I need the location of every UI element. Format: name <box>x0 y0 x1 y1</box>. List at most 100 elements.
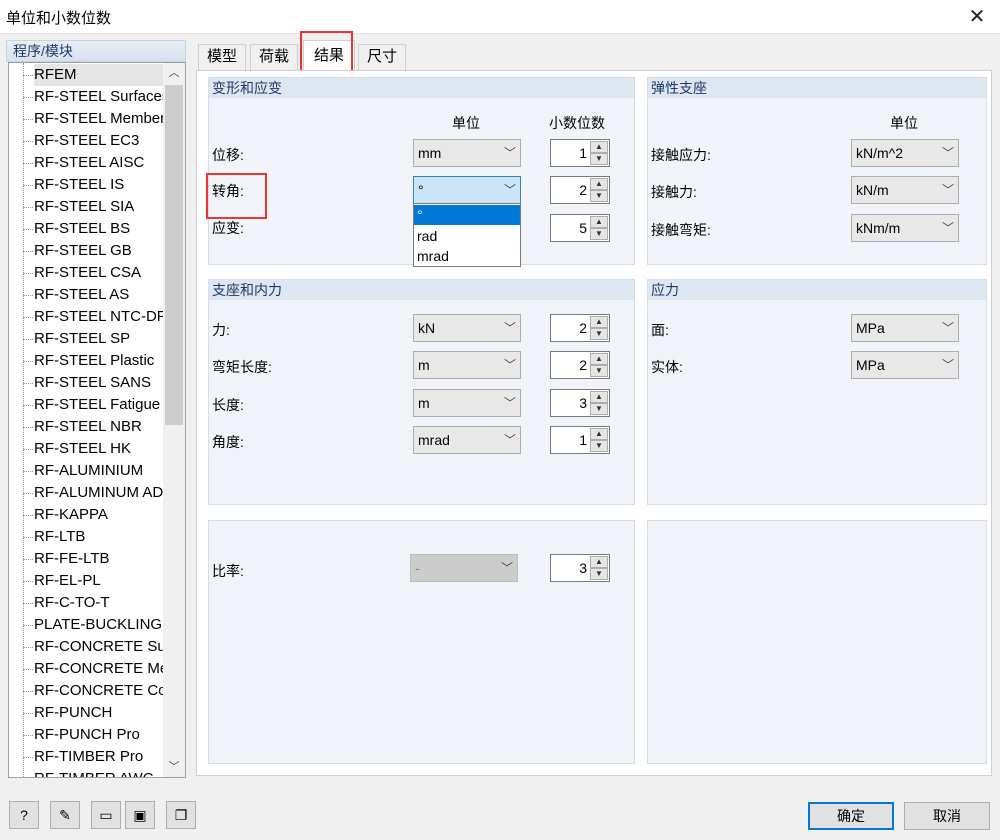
tree-item[interactable]: RF-ALUMINUM ADM <box>34 482 174 504</box>
displacement-unit-select[interactable]: mm ﹀ <box>413 139 521 167</box>
edit-icon[interactable]: ✎ <box>50 801 80 829</box>
open-folder-icon[interactable]: ▭ <box>91 801 121 829</box>
spin-down-icon[interactable]: ▼ <box>590 228 608 240</box>
option-mrad[interactable]: mrad <box>414 246 520 266</box>
force-decimals-stepper[interactable]: 2 ▲ ▼ <box>550 314 610 342</box>
save-icon[interactable]: ▣ <box>125 801 155 829</box>
tree-connector <box>23 295 33 296</box>
tree-item[interactable]: RF-STEEL Members <box>34 108 174 130</box>
rotation-unit-select[interactable]: ° ﹀ <box>413 176 521 204</box>
spin-down-icon[interactable]: ▼ <box>590 328 608 340</box>
strain-decimals-stepper[interactable]: 5 ▲ ▼ <box>550 214 610 242</box>
tree-item[interactable]: RF-STEEL Fatigue Members <box>34 394 174 416</box>
tab-loads[interactable]: 荷载 <box>250 44 299 70</box>
tree-item[interactable]: PLATE-BUCKLING <box>34 614 174 636</box>
moment-length-unit-value: m <box>418 357 430 373</box>
spin-down-icon[interactable]: ▼ <box>590 190 608 202</box>
tree-item[interactable]: RF-TIMBER Pro <box>34 746 174 768</box>
ok-button[interactable]: 确定 <box>808 802 894 830</box>
rotation-unit-dropdown[interactable]: ° rad mrad <box>413 203 521 267</box>
scroll-thumb[interactable] <box>165 85 183 425</box>
spin-up-icon[interactable]: ▲ <box>590 178 608 190</box>
tab-dimensions[interactable]: 尺寸 <box>358 44 407 70</box>
tree-item[interactable]: RF-CONCRETE Columns <box>34 680 174 702</box>
tree-item[interactable]: RF-STEEL SIA <box>34 196 174 218</box>
label-length: 长度: <box>212 397 244 413</box>
label-moment-length: 弯矩长度: <box>212 359 272 375</box>
tree-item[interactable]: RF-STEEL CSA <box>34 262 174 284</box>
surface-unit-select[interactable]: MPa ﹀ <box>851 314 959 342</box>
tree-item[interactable]: RF-C-TO-T <box>34 592 174 614</box>
moment-length-unit-select[interactable]: m ﹀ <box>413 351 521 379</box>
tree-item[interactable]: RF-PUNCH Pro <box>34 724 174 746</box>
contact-moment-unit-select[interactable]: kNm/m ﹀ <box>851 214 959 242</box>
option-degree[interactable]: ° <box>414 205 520 225</box>
tree-item[interactable]: RF-STEEL BS <box>34 218 174 240</box>
tree-item[interactable]: RF-STEEL EC3 <box>34 130 174 152</box>
tree-item[interactable]: RF-TIMBER AWC <box>34 768 174 777</box>
force-unit-select[interactable]: kN ﹀ <box>413 314 521 342</box>
spin-down-icon[interactable]: ▼ <box>590 403 608 415</box>
contact-stress-unit-select[interactable]: kN/m^2 ﹀ <box>851 139 959 167</box>
copy-icon[interactable]: ❐ <box>166 801 196 829</box>
tree-item[interactable]: RF-STEEL SP <box>34 328 174 350</box>
scroll-down-icon[interactable]: ﹀ <box>163 757 185 777</box>
tree-item[interactable]: RF-STEEL IS <box>34 174 174 196</box>
tree-item[interactable]: RF-STEEL AISC <box>34 152 174 174</box>
tree-item[interactable]: RF-STEEL AS <box>34 284 174 306</box>
spin-down-icon[interactable]: ▼ <box>590 365 608 377</box>
contact-force-unit-select[interactable]: kN/m ﹀ <box>851 176 959 204</box>
length-decimals-stepper[interactable]: 3 ▲ ▼ <box>550 389 610 417</box>
label-angle: 角度: <box>212 434 244 450</box>
module-tree[interactable]: RFEM RF-STEEL Surfaces RF-STEEL Members RF-… <box>8 62 186 778</box>
spin-up-icon[interactable]: ▲ <box>590 353 608 365</box>
rotation-decimals-stepper[interactable]: 2 ▲ ▼ <box>550 176 610 204</box>
spin-up-icon[interactable]: ▲ <box>590 316 608 328</box>
moment-length-decimals-stepper[interactable]: 2 ▲ ▼ <box>550 351 610 379</box>
solid-unit-value: MPa <box>856 357 885 373</box>
spin-up-icon[interactable]: ▲ <box>590 556 608 568</box>
tree-item[interactable]: RF-STEEL SANS <box>34 372 174 394</box>
tab-model[interactable]: 模型 <box>198 44 247 70</box>
chevron-down-icon: ﹀ <box>941 146 954 160</box>
tree-item[interactable]: RF-STEEL Plastic <box>34 350 174 372</box>
spin-down-icon[interactable]: ▼ <box>590 440 608 452</box>
tree-item[interactable]: RF-STEEL HK <box>34 438 174 460</box>
angle-decimals-stepper[interactable]: 1 ▲ ▼ <box>550 426 610 454</box>
tree-item[interactable]: RFEM <box>34 64 174 86</box>
length-unit-select[interactable]: m ﹀ <box>413 389 521 417</box>
ratio-decimals-value: 3 <box>579 560 587 576</box>
tree-item[interactable]: RF-CONCRETE Surfaces <box>34 636 174 658</box>
contact-stress-unit-value: kN/m^2 <box>856 145 904 161</box>
tree-scrollbar[interactable]: ︿ ﹀ <box>163 63 185 777</box>
spin-down-icon[interactable]: ▼ <box>590 153 608 165</box>
angle-unit-select[interactable]: mrad ﹀ <box>413 426 521 454</box>
label-solid: 实体: <box>651 359 683 375</box>
spin-down-icon[interactable]: ▼ <box>590 568 608 580</box>
tree-item[interactable]: RF-PUNCH <box>34 702 174 724</box>
cancel-button[interactable]: 取消 <box>904 802 990 830</box>
tree-item[interactable]: RF-FE-LTB <box>34 548 174 570</box>
tree-item[interactable]: RF-EL-PL <box>34 570 174 592</box>
tree-connector <box>23 515 33 516</box>
tree-item[interactable]: RF-STEEL GB <box>34 240 174 262</box>
tree-item[interactable]: RF-STEEL NBR <box>34 416 174 438</box>
spin-up-icon[interactable]: ▲ <box>590 141 608 153</box>
tree-item[interactable]: RF-ALUMINIUM <box>34 460 174 482</box>
help-icon[interactable]: ? <box>9 801 39 829</box>
tree-item[interactable]: RF-STEEL Surfaces <box>34 86 174 108</box>
spin-up-icon[interactable]: ▲ <box>590 216 608 228</box>
scroll-up-icon[interactable]: ︿ <box>163 63 185 83</box>
option-rad[interactable]: rad <box>414 226 520 246</box>
solid-unit-select[interactable]: MPa ﹀ <box>851 351 959 379</box>
spin-up-icon[interactable]: ▲ <box>590 428 608 440</box>
tree-item[interactable]: RF-LTB <box>34 526 174 548</box>
ratio-decimals-stepper[interactable]: 3 ▲ ▼ <box>550 554 610 582</box>
group-internal-forces-title: 支座和内力 <box>209 280 634 300</box>
spin-up-icon[interactable]: ▲ <box>590 391 608 403</box>
tree-item[interactable]: RF-KAPPA <box>34 504 174 526</box>
close-icon[interactable]: ✕ <box>962 2 992 32</box>
tree-item[interactable]: RF-STEEL NTC-DF <box>34 306 174 328</box>
tree-item[interactable]: RF-CONCRETE Members <box>34 658 174 680</box>
displacement-decimals-stepper[interactable]: 1 ▲ ▼ <box>550 139 610 167</box>
